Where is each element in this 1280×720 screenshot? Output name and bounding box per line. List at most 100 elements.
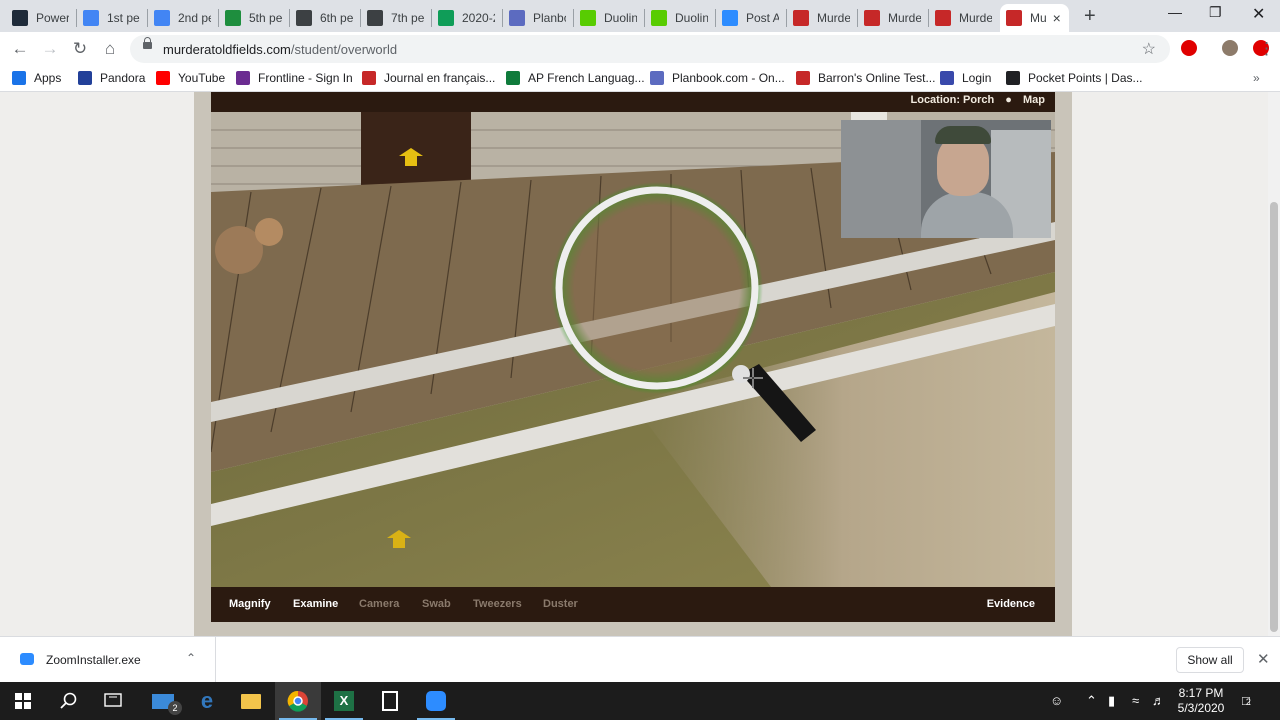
tab-title: Planbo (533, 11, 566, 25)
clock-time: 8:17 PM (1178, 686, 1224, 700)
bookmark-label: Apps (34, 71, 62, 85)
bookmark-label: Pocket Points | Das... (1028, 71, 1143, 85)
tab-icon-doc (367, 10, 383, 26)
bookmark-label: YouTube (178, 71, 226, 85)
tab-3[interactable]: 2nd pe (148, 4, 217, 32)
start-button[interactable] (0, 682, 46, 720)
tab-9[interactable]: Duolin (574, 4, 643, 32)
tab-title: 6th pe (320, 11, 353, 25)
show-all-button[interactable]: Show all (1176, 647, 1244, 673)
tab-5[interactable]: 6th pe (290, 4, 359, 32)
tab-title: Post A (746, 11, 779, 25)
wifi-icon[interactable]: ≈ (1132, 693, 1139, 708)
tab-title: Murde (817, 11, 850, 25)
task-view-icon[interactable] (90, 682, 136, 720)
tab-icon-murder (864, 10, 880, 26)
tool-magnify-button[interactable]: Magnify (229, 598, 271, 610)
tool-tweezers-button[interactable]: Tweezers (473, 598, 522, 610)
tab-2[interactable]: 1st pe (77, 4, 146, 32)
windows-taskbar: 2 e X ☺ ⌃ ▮ ≈ ♬ 8:17 PM 5/3/2020 □2 (0, 682, 1280, 720)
tab-8[interactable]: Planbo (503, 4, 572, 32)
calculator-icon[interactable] (367, 682, 413, 720)
download-item[interactable]: ZoomInstaller.exe ⌃ (0, 637, 216, 683)
bookmark-3[interactable]: YouTube (156, 71, 225, 85)
tab-title: Murde (959, 11, 992, 25)
mail-icon[interactable]: 2 (140, 682, 186, 720)
back-button[interactable]: ← (10, 39, 30, 59)
excel-icon[interactable]: X (321, 682, 367, 720)
tab-13[interactable]: Murde (858, 4, 927, 32)
tab-10[interactable]: Duolin (645, 4, 714, 32)
tab-separator (715, 9, 716, 27)
search-icon[interactable] (46, 682, 92, 720)
game-header: Location: Porch ● Map (211, 92, 1055, 112)
minimize-button[interactable]: — (1168, 4, 1182, 20)
tab-icon-doc (296, 10, 312, 26)
file-explorer-icon[interactable] (228, 682, 274, 720)
taskbar-clock[interactable]: 8:17 PM 5/3/2020 (1172, 686, 1230, 716)
download-chevron-icon[interactable]: ⌃ (186, 651, 196, 665)
bookmarks-bar: Apps Pandora YouTube Frontline - Sign In Jou… (0, 66, 1280, 92)
show-hidden-icons[interactable]: ⌃ (1086, 693, 1097, 709)
tab-icon-murder (935, 10, 951, 26)
tab-12[interactable]: Murde (787, 4, 856, 32)
barrons-icon (796, 71, 810, 85)
tab-4[interactable]: 5th pe (219, 4, 288, 32)
reload-button[interactable]: ↻ (70, 39, 90, 59)
windows-logo-icon (15, 693, 31, 709)
menu-icon[interactable]: ⋮ (1258, 39, 1275, 59)
map-link[interactable]: ● Map (1005, 94, 1045, 106)
bookmarks-overflow-icon[interactable]: » (1253, 71, 1260, 85)
tab-close-icon[interactable]: × (1053, 10, 1061, 26)
bookmark-star-icon[interactable]: ☆ (1142, 39, 1156, 59)
bookmark-6[interactable]: AP French Languag... (506, 71, 645, 85)
zoom-icon[interactable] (413, 682, 459, 720)
pocketpoints-icon (1006, 71, 1020, 85)
bookmark-label: Journal en français... (384, 71, 496, 85)
opera-extension-icon[interactable] (1181, 40, 1197, 56)
tool-camera-button[interactable]: Camera (359, 598, 399, 610)
restore-button[interactable]: ❐ (1209, 4, 1222, 21)
page-scrollbar[interactable] (1268, 92, 1280, 636)
tab-separator (76, 9, 77, 27)
tab-icon-murder (1006, 10, 1022, 26)
bookmark-label: Login (962, 71, 992, 85)
close-window-button[interactable]: ✕ (1252, 4, 1265, 24)
bookmark-10[interactable]: Pocket Points | Das... (1006, 71, 1143, 85)
profile-avatar[interactable] (1222, 40, 1238, 56)
bookmark-8[interactable]: Barron's Online Test... (796, 71, 935, 85)
tab-6[interactable]: 7th pe (361, 4, 430, 32)
tab-14[interactable]: Murde (929, 4, 998, 32)
scrollbar-thumb[interactable] (1270, 202, 1278, 632)
new-tab-button[interactable]: + (1084, 5, 1096, 28)
tool-duster-button[interactable]: Duster (543, 598, 578, 610)
tab-11[interactable]: Post A (716, 4, 785, 32)
address-bar[interactable]: murderatoldfields.com/student/overworld … (130, 35, 1170, 63)
volume-icon[interactable]: ♬ (1152, 693, 1165, 708)
tool-examine-button[interactable]: Examine (293, 598, 338, 610)
tab-title: 1st pe (107, 11, 140, 25)
battery-icon[interactable]: ▮ (1108, 693, 1115, 709)
tab-1[interactable]: Power (6, 4, 75, 32)
people-icon[interactable]: ☺ (1050, 693, 1063, 708)
tab-7[interactable]: 2020-2 (432, 4, 501, 32)
tool-bar: Magnify Examine Camera Swab Tweezers Duster E… (211, 587, 1055, 622)
evidence-button[interactable]: Evidence (987, 598, 1035, 610)
bookmark-1[interactable]: Apps (12, 71, 61, 85)
bookmark-9[interactable]: Login (940, 71, 991, 85)
bookmark-2[interactable]: Pandora (78, 71, 145, 85)
edge-icon[interactable]: e (184, 682, 230, 720)
tab-title: Duolin (675, 11, 708, 25)
notification-center-icon[interactable]: □2 (1242, 693, 1251, 708)
bookmark-5[interactable]: Journal en français... (362, 71, 495, 85)
chrome-icon[interactable] (275, 682, 321, 720)
forward-button[interactable]: → (40, 39, 60, 59)
close-shelf-button[interactable]: ✕ (1257, 650, 1270, 668)
frontline-icon (236, 71, 250, 85)
home-button[interactable]: ⌂ (100, 39, 120, 59)
bookmark-7[interactable]: Planbook.com - On... (650, 71, 785, 85)
url-text[interactable]: murderatoldfields.com/student/overworld (163, 42, 397, 57)
tab-15[interactable]: Mu × (1000, 4, 1069, 32)
tool-swab-button[interactable]: Swab (422, 598, 451, 610)
bookmark-4[interactable]: Frontline - Sign In (236, 71, 353, 85)
